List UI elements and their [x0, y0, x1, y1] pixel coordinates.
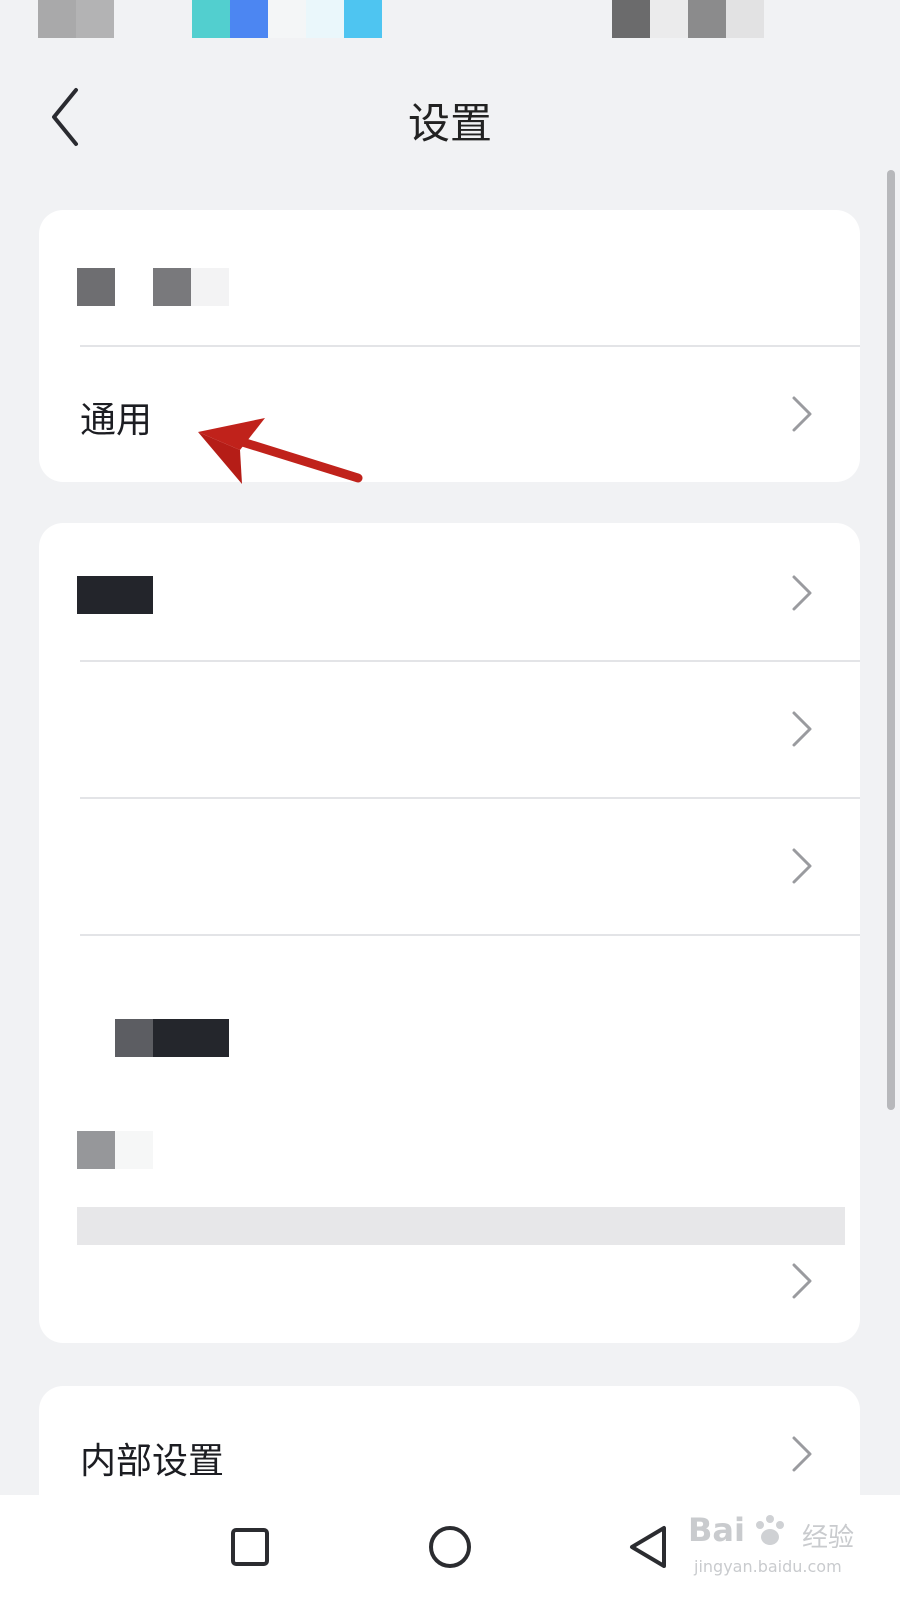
chevron-right-icon [792, 711, 812, 747]
general-row[interactable]: 通用 [39, 346, 860, 482]
paw-icon [756, 1515, 784, 1545]
watermark-url: jingyan.baidu.com [694, 1557, 842, 1576]
chevron-right-icon [792, 575, 812, 611]
square-icon [231, 1528, 269, 1566]
circle-icon [429, 1526, 471, 1568]
page-header: 设置 [0, 60, 900, 170]
settings-row[interactable] [39, 935, 860, 1343]
nav-back-button[interactable] [618, 1515, 682, 1579]
obscured-label [153, 1019, 229, 1057]
chevron-right-icon [792, 1436, 812, 1472]
home-button[interactable] [418, 1515, 482, 1579]
status-bar [0, 0, 900, 40]
watermark-brand: Bai [688, 1511, 745, 1549]
recents-button[interactable] [218, 1515, 282, 1579]
status-pixel-block [306, 0, 344, 38]
settings-row[interactable] [39, 523, 860, 661]
settings-card-2 [39, 523, 860, 1343]
status-pixel-block [268, 0, 306, 38]
status-pixel-block [612, 0, 650, 38]
internal-settings-label: 内部设置 [80, 1441, 225, 1482]
chevron-right-icon [792, 1263, 812, 1299]
obscured-label [115, 1131, 153, 1169]
chevron-right-icon [792, 848, 812, 884]
page-title: 设置 [407, 99, 492, 148]
status-pixel-block [38, 0, 76, 38]
general-label: 通用 [80, 400, 153, 441]
status-pixel-block [192, 0, 230, 38]
watermark-subtitle: 经验 [802, 1523, 855, 1553]
status-pixel-block [726, 0, 764, 38]
scrollbar[interactable] [887, 170, 895, 1110]
status-pixel-block [344, 0, 382, 38]
settings-row[interactable] [39, 798, 860, 934]
obscured-label [153, 268, 191, 306]
status-pixel-block [650, 0, 688, 38]
settings-card-1: 通用 [39, 210, 860, 482]
obscured-label [191, 268, 229, 306]
system-nav-bar: Bai 经验 jingyan.baidu.com [0, 1495, 900, 1600]
obscured-label [77, 268, 115, 306]
obscured-label [77, 576, 153, 614]
settings-row[interactable] [39, 661, 860, 797]
obscured-label [115, 1019, 153, 1057]
chevron-right-icon [792, 396, 812, 432]
obscured-label [77, 1131, 115, 1169]
account-row[interactable] [39, 210, 860, 346]
status-pixel-block [76, 0, 114, 38]
obscured-bar [77, 1207, 845, 1245]
status-pixel-block [230, 0, 268, 38]
triangle-back-icon [630, 1526, 666, 1568]
baidu-jingyan-watermark: Bai 经验 jingyan.baidu.com [688, 1511, 858, 1587]
status-pixel-block [688, 0, 726, 38]
